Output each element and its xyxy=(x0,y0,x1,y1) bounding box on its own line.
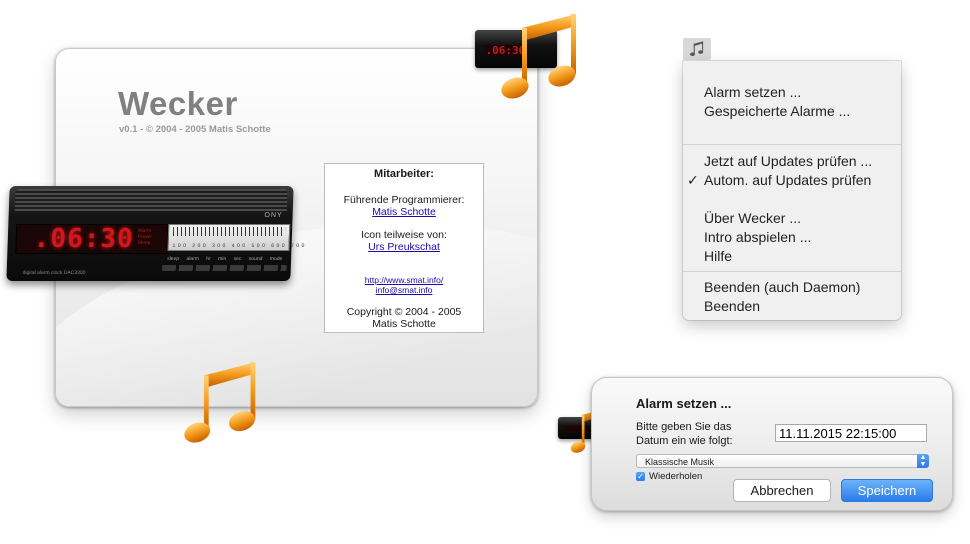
website-link[interactable]: http://www.smat.info/ xyxy=(325,275,483,285)
repeat-label: Wiederholen xyxy=(649,471,703,482)
menu-item-quit[interactable]: Beenden xyxy=(704,298,760,314)
date-prompt: Bitte geben Sie das Datum ein wie folgt: xyxy=(636,421,733,447)
credits-box[interactable]: Mitarbeiter: Führende Programmierer: Mat… xyxy=(324,163,484,333)
clock-model: digital alarm clock DAC3300 xyxy=(22,270,86,276)
email-link[interactable]: info@smat.info xyxy=(325,285,483,295)
credits-heading: Mitarbeiter: xyxy=(374,168,434,180)
menu-separator xyxy=(683,271,901,272)
clock-brand: ONY xyxy=(264,212,283,219)
menu-separator xyxy=(683,144,901,145)
app-title: Wecker xyxy=(118,85,238,122)
menu-item-quit-daemon[interactable]: Beenden (auch Daemon) xyxy=(704,279,860,295)
menu-item-check-updates[interactable]: Jetzt auf Updates prüfen ... xyxy=(704,153,872,169)
clock-indicators: Alarm Power Sleep xyxy=(137,228,153,246)
date-input[interactable] xyxy=(775,424,927,442)
repeat-checkbox[interactable]: ✓ xyxy=(636,472,645,481)
menu-item-auto-updates[interactable]: Autom. auf Updates prüfen xyxy=(704,172,871,188)
alarm-clock-icon: ONY .06:30 Alarm Power Sleep 100 200 300… xyxy=(6,186,307,281)
menu-item-set-alarm[interactable]: Alarm setzen ... xyxy=(704,84,801,100)
music-note-icon xyxy=(184,362,256,443)
menu-item-about[interactable]: Über Wecker ... xyxy=(704,210,801,226)
icon-credit-label: Icon teilweise von: xyxy=(361,229,447,241)
app-version: v0.1 - © 2004 - 2005 Matis Schotte xyxy=(119,124,271,135)
dial-numbers: 100 200 300 400 500 600 700 xyxy=(172,243,307,249)
menu-item-play-intro[interactable]: Intro abspielen ... xyxy=(704,229,811,245)
chevron-up-down-icon: ▲ ▼ xyxy=(917,454,929,468)
save-button[interactable]: Speichern xyxy=(841,479,933,502)
programmer-label: Führende Programmierer: xyxy=(343,194,465,206)
menubar-status-item[interactable] xyxy=(683,38,711,60)
repeat-checkbox-row[interactable]: ✓ Wiederholen xyxy=(636,471,702,482)
menu-item-saved-alarms[interactable]: Gespeicherte Alarme ... xyxy=(704,103,850,119)
dialog-title: Alarm setzen ... xyxy=(636,396,732,411)
clock-button-labels: sleep alarm hr min sec sound mode xyxy=(167,256,283,262)
sound-select[interactable]: Klassische Musik ▲ ▼ xyxy=(636,454,929,468)
programmer-link[interactable]: Matis Schotte xyxy=(325,206,483,218)
checkmark-icon: ✓ xyxy=(687,172,699,188)
menu-item-help[interactable]: Hilfe xyxy=(704,248,732,264)
music-note-icon xyxy=(501,14,576,99)
status-menu: Alarm setzen ... Gespeicherte Alarme ...… xyxy=(683,61,901,320)
clock-tuning-dial: 100 200 300 400 500 600 700 xyxy=(167,224,307,251)
icon-credit-link[interactable]: Urs Preukschat xyxy=(325,241,483,253)
set-alarm-dialog: Alarm setzen ... Bitte geben Sie das Dat… xyxy=(591,377,953,511)
copyright-text: Copyright © 2004 - 2005 xyxy=(346,306,462,318)
music-note-icon xyxy=(690,41,704,56)
copyright-name: Matis Schotte xyxy=(372,318,436,330)
sound-select-value: Klassische Musik xyxy=(645,457,715,467)
clock-time: .06:30 xyxy=(33,224,135,254)
cancel-button[interactable]: Abbrechen xyxy=(733,479,831,502)
